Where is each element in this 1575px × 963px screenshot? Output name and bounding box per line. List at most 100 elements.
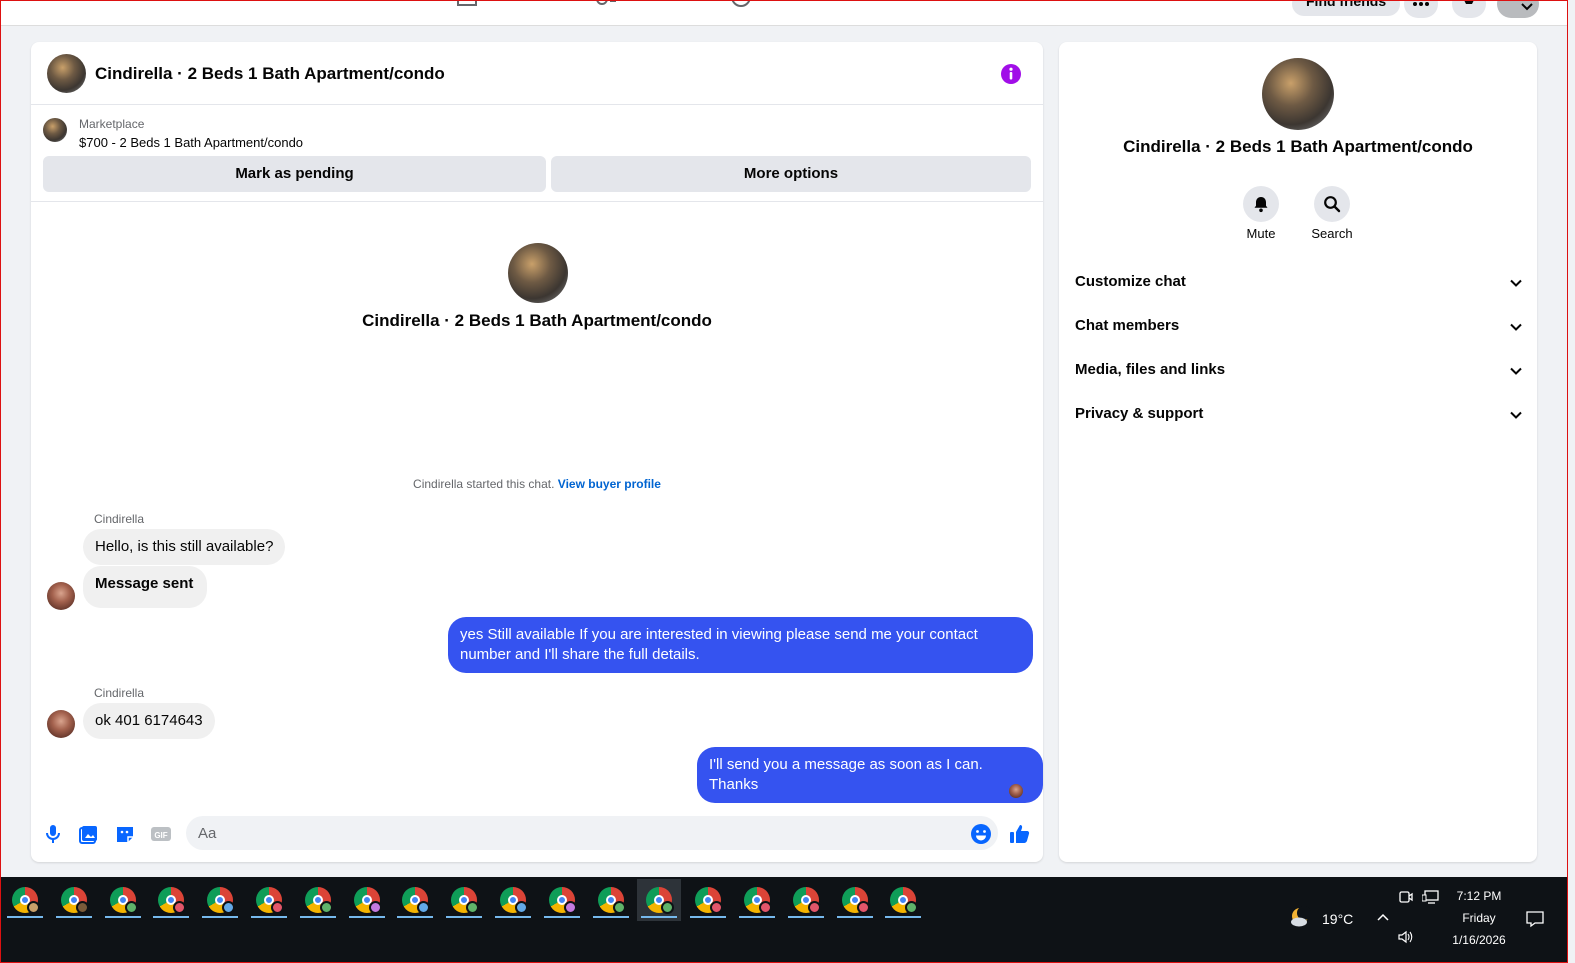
taskbar-browser-app[interactable] xyxy=(296,879,340,921)
message-bubble-incoming[interactable]: Message sent xyxy=(83,566,208,608)
taskbar-browser-app[interactable] xyxy=(393,879,437,921)
windows-taskbar: 19°C 7:12 PM Friday 1/16/2026 xyxy=(0,877,1568,963)
taskbar-browser-app[interactable] xyxy=(3,879,47,921)
top-navigation: Find friends xyxy=(0,0,1568,26)
notifications-button[interactable] xyxy=(1452,0,1486,18)
message-bubble-incoming[interactable]: Hello, is this still available? xyxy=(83,529,286,565)
sender-avatar[interactable] xyxy=(47,710,75,738)
more-options-button[interactable]: More options xyxy=(551,156,1031,192)
section-customize-chat[interactable]: Customize chat xyxy=(1075,264,1523,300)
section-label: Customize chat xyxy=(1075,273,1186,290)
taskbar-browser-app[interactable] xyxy=(442,879,486,921)
clock-time[interactable]: 7:12 PM xyxy=(1452,889,1506,903)
emoji-icon[interactable] xyxy=(970,823,992,845)
profile-badge-icon xyxy=(807,901,821,914)
mute-label: Mute xyxy=(1246,226,1276,241)
taskbar-browser-app[interactable] xyxy=(101,879,145,921)
taskbar-browser-app[interactable] xyxy=(833,879,877,921)
profile-badge-icon xyxy=(905,901,919,914)
profile-badge-icon xyxy=(515,901,528,914)
section-chat-members[interactable]: Chat members xyxy=(1075,308,1523,344)
section-label: Privacy & support xyxy=(1075,405,1204,422)
search-button[interactable] xyxy=(1314,186,1350,222)
profile-badge-icon xyxy=(271,901,284,914)
message-bubble-outgoing[interactable]: yes Still available If you are intereste… xyxy=(448,617,1033,673)
photo-icon[interactable] xyxy=(78,823,100,845)
running-indicator xyxy=(641,916,678,918)
taskbar-browser-app[interactable] xyxy=(540,879,584,921)
volume-icon[interactable] xyxy=(1397,929,1415,945)
profile-badge-icon xyxy=(124,901,138,914)
weather-temperature[interactable]: 19°C xyxy=(1322,911,1353,927)
microphone-icon[interactable] xyxy=(42,823,64,845)
gif-icon[interactable]: GIF xyxy=(150,823,172,845)
taskbar-browser-app[interactable] xyxy=(589,879,633,921)
taskbar-browser-app[interactable] xyxy=(149,879,193,921)
mute-button[interactable] xyxy=(1243,186,1279,222)
clock-day[interactable]: Friday xyxy=(1452,911,1506,925)
section-media-files-links[interactable]: Media, files and links xyxy=(1075,352,1523,388)
running-indicator xyxy=(202,916,239,918)
chevron-up-icon[interactable] xyxy=(1376,911,1390,923)
taskbar-browser-app[interactable] xyxy=(735,879,779,921)
profile-badge-icon xyxy=(661,901,675,914)
gaming-nav-icon[interactable] xyxy=(729,0,753,8)
sender-name: Cindirella xyxy=(94,686,145,700)
message-bubble-incoming[interactable]: ok 401 6174643 xyxy=(83,703,215,739)
conversation-avatar[interactable] xyxy=(508,243,568,303)
network-icon[interactable] xyxy=(1422,889,1440,905)
account-avatar[interactable] xyxy=(1497,0,1539,18)
taskbar-browser-app[interactable] xyxy=(637,879,682,921)
taskbar-browser-app[interactable] xyxy=(345,879,389,921)
view-buyer-profile-link[interactable]: View buyer profile xyxy=(558,477,661,491)
taskbar-browser-app[interactable] xyxy=(491,879,535,921)
chat-started-text: Cindirella started this chat. xyxy=(413,477,558,491)
mute-action[interactable]: Mute xyxy=(1231,186,1291,241)
profile-badge-icon xyxy=(27,901,40,914)
svg-text:GIF: GIF xyxy=(154,831,167,840)
taskbar-browser-app[interactable] xyxy=(198,879,242,921)
listing-thumbnail[interactable] xyxy=(43,118,67,142)
marketplace-label: Marketplace xyxy=(79,117,145,131)
search-label: Search xyxy=(1311,226,1353,241)
search-action[interactable]: Search xyxy=(1302,186,1362,241)
menu-button[interactable] xyxy=(1404,0,1438,18)
info-panel-name: Cindirella · 2 Beds 1 Bath Apartment/con… xyxy=(1123,137,1473,156)
profile-badge-icon xyxy=(856,901,870,914)
info-icon[interactable] xyxy=(1000,63,1022,85)
sender-avatar[interactable] xyxy=(47,582,75,610)
taskbar-browser-app[interactable] xyxy=(686,879,730,921)
notification-center-icon[interactable] xyxy=(1525,909,1545,929)
chat-info-panel: Cindirella · 2 Beds 1 Bath Apartment/con… xyxy=(1059,42,1537,862)
running-indicator xyxy=(397,916,434,918)
marketplace-nav-icon[interactable] xyxy=(455,0,479,8)
groups-nav-icon[interactable] xyxy=(592,0,616,8)
running-indicator xyxy=(251,916,287,918)
profile-badge-icon xyxy=(466,901,480,914)
sticker-icon[interactable] xyxy=(114,823,136,845)
taskbar-browser-app[interactable] xyxy=(784,879,828,921)
search-icon xyxy=(1324,196,1341,213)
read-receipt-avatar xyxy=(1009,784,1023,798)
listing-avatar[interactable] xyxy=(47,54,86,93)
running-indicator xyxy=(885,916,922,918)
running-indicator xyxy=(836,916,873,918)
section-privacy-support[interactable]: Privacy & support xyxy=(1075,396,1523,432)
message-input[interactable] xyxy=(186,816,998,850)
camera-meet-icon[interactable] xyxy=(1398,889,1414,905)
taskbar-browser-app[interactable] xyxy=(881,879,925,921)
running-indicator xyxy=(739,916,775,918)
chat-title[interactable]: Cindirella · 2 Beds 1 Bath Apartment/con… xyxy=(95,64,445,84)
find-friends-button[interactable]: Find friends xyxy=(1292,0,1401,16)
weather-moon-cloud-icon[interactable] xyxy=(1288,905,1314,931)
listing-price-title[interactable]: $700 - 2 Beds 1 Bath Apartment/condo xyxy=(79,135,303,150)
clock-date[interactable]: 1/16/2026 xyxy=(1446,933,1512,947)
taskbar-browser-app[interactable] xyxy=(52,879,96,921)
running-indicator xyxy=(299,916,336,918)
info-avatar[interactable] xyxy=(1262,58,1334,130)
taskbar-browser-app[interactable] xyxy=(247,879,291,921)
mark-as-pending-button[interactable]: Mark as pending xyxy=(43,156,546,192)
like-thumbs-up-icon[interactable] xyxy=(1009,823,1031,845)
message-bubble-outgoing[interactable]: I'll send you a message as soon as I can… xyxy=(697,747,1043,803)
running-indicator xyxy=(55,916,92,918)
